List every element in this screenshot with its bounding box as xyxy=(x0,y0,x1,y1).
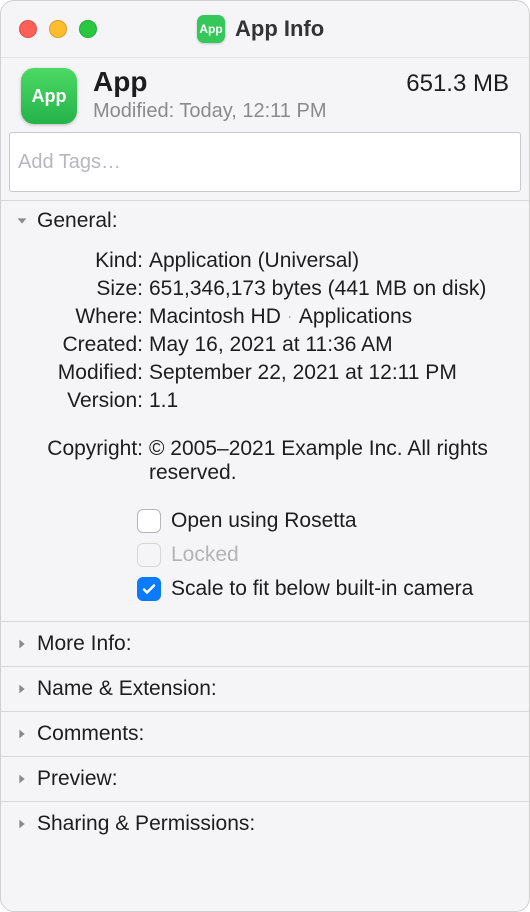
row-kind: Kind: Application (Universal) xyxy=(19,249,511,273)
copyright-value: © 2005–2021 Example Inc. All rights rese… xyxy=(149,437,511,485)
chevron-down-icon xyxy=(15,214,29,228)
section-more-info: More Info: xyxy=(1,621,529,666)
window-title: App Info xyxy=(235,16,324,42)
version-value: 1.1 xyxy=(149,389,511,413)
section-preview: Preview: xyxy=(1,756,529,801)
kind-label: Kind: xyxy=(19,249,149,273)
modified-summary: Modified: Today, 12:11 PM xyxy=(93,100,406,123)
modified-value-row: September 22, 2021 at 12:11 PM xyxy=(149,361,511,385)
checkbox-row-locked: Locked xyxy=(137,543,511,567)
kind-value: Application (Universal) xyxy=(149,249,511,273)
tags-field-wrapper[interactable] xyxy=(9,132,521,192)
locked-label: Locked xyxy=(171,543,239,567)
general-disclosure[interactable]: General: xyxy=(1,201,529,241)
chevron-right-icon xyxy=(15,817,29,831)
chevron-right-icon xyxy=(15,727,29,741)
modified-label: Modified: xyxy=(93,100,174,122)
file-size: 651.3 MB xyxy=(406,70,509,98)
row-version: Version: 1.1 xyxy=(19,389,511,413)
general-body: Kind: Application (Universal) Size: 651,… xyxy=(1,241,529,621)
more-info-disclosure[interactable]: More Info: xyxy=(1,622,529,666)
rosetta-label: Open using Rosetta xyxy=(171,509,357,533)
collapsed-sections: More Info: Name & Extension: Comments: P… xyxy=(1,621,529,846)
created-label: Created: xyxy=(19,333,149,357)
chevron-right-icon xyxy=(15,637,29,651)
preview-title: Preview: xyxy=(37,767,118,791)
sharing-title: Sharing & Permissions: xyxy=(37,812,255,836)
file-summary-header: App App Modified: Today, 12:11 PM 651.3 … xyxy=(1,57,529,132)
titlebar-app-icon: App xyxy=(197,15,225,43)
section-sharing-permissions: Sharing & Permissions: xyxy=(1,801,529,846)
row-size: Size: 651,346,173 bytes (441 MB on disk) xyxy=(19,277,511,301)
where-part1: Macintosh HD xyxy=(149,305,281,329)
checkmark-icon xyxy=(141,581,157,597)
general-checkboxes: Open using Rosetta Locked Scale to fit b… xyxy=(19,509,511,601)
general-title: General: xyxy=(37,209,118,233)
more-info-title: More Info: xyxy=(37,632,132,656)
chevron-right-icon xyxy=(15,682,29,696)
path-separator-icon xyxy=(285,311,295,323)
row-modified: Modified: September 22, 2021 at 12:11 PM xyxy=(19,361,511,385)
rosetta-checkbox[interactable] xyxy=(137,509,161,533)
chevron-right-icon xyxy=(15,772,29,786)
row-where: Where: Macintosh HD Applications xyxy=(19,305,511,329)
row-created: Created: May 16, 2021 at 11:36 AM xyxy=(19,333,511,357)
app-name: App xyxy=(93,68,406,96)
created-value: May 16, 2021 at 11:36 AM xyxy=(149,333,511,357)
section-comments: Comments: xyxy=(1,711,529,756)
app-icon: App xyxy=(21,68,77,124)
scale-checkbox[interactable] xyxy=(137,577,161,601)
window-controls xyxy=(19,20,97,38)
title-wrap: App App Info xyxy=(197,15,324,43)
modified-value: Today, 12:11 PM xyxy=(179,100,326,122)
comments-title: Comments: xyxy=(37,722,144,746)
row-copyright: Copyright: © 2005–2021 Example Inc. All … xyxy=(19,437,511,485)
size-value: 651,346,173 bytes (441 MB on disk) xyxy=(149,277,511,301)
name-ext-title: Name & Extension: xyxy=(37,677,217,701)
close-window-button[interactable] xyxy=(19,20,37,38)
size-label: Size: xyxy=(19,277,149,301)
locked-checkbox xyxy=(137,543,161,567)
preview-disclosure[interactable]: Preview: xyxy=(1,757,529,801)
checkbox-row-rosetta: Open using Rosetta xyxy=(137,509,511,533)
sharing-disclosure[interactable]: Sharing & Permissions: xyxy=(1,802,529,846)
comments-disclosure[interactable]: Comments: xyxy=(1,712,529,756)
where-value: Macintosh HD Applications xyxy=(149,305,511,329)
tags-input[interactable] xyxy=(18,139,512,185)
where-part2: Applications xyxy=(299,305,412,329)
zoom-window-button[interactable] xyxy=(79,20,97,38)
section-name-extension: Name & Extension: xyxy=(1,666,529,711)
scale-label: Scale to fit below built-in camera xyxy=(171,577,473,601)
name-ext-disclosure[interactable]: Name & Extension: xyxy=(1,667,529,711)
modified-label-row: Modified: xyxy=(19,361,149,385)
titlebar: App App Info xyxy=(1,1,529,57)
version-label: Version: xyxy=(19,389,149,413)
checkbox-row-scale: Scale to fit below built-in camera xyxy=(137,577,511,601)
copyright-label: Copyright: xyxy=(19,437,149,461)
where-label: Where: xyxy=(19,305,149,329)
get-info-window: App App Info App App Modified: Today, 12… xyxy=(0,0,530,912)
minimize-window-button[interactable] xyxy=(49,20,67,38)
section-general: General: Kind: Application (Universal) S… xyxy=(1,200,529,621)
